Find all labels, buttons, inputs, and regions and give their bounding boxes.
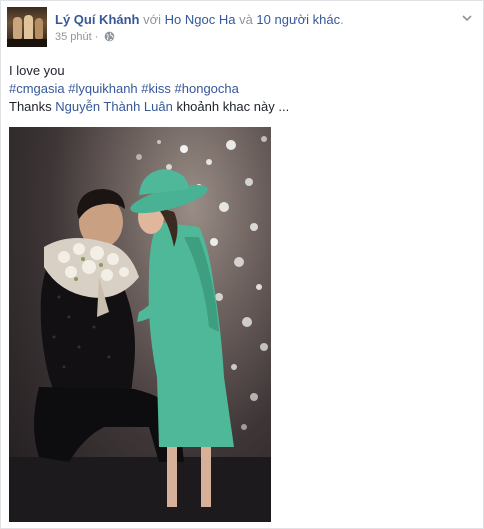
thanks-row: Thanks Nguyễn Thành Luân khoảnh khac này… [9,98,289,116]
post-meta: 35 phút · [55,31,115,46]
thanks-prefix: Thanks [9,99,56,114]
with-word: với [139,12,165,27]
meta-separator: · [91,31,102,43]
post-photo[interactable] [9,127,271,522]
header-period: . [340,12,344,27]
hashtag-link[interactable]: #cmgasia [9,81,65,96]
thanks-name-link[interactable]: Nguyễn Thành Luân [55,99,173,114]
others-link[interactable]: 10 người khác [256,12,340,27]
feed-post: Lý Quí Khánh với Ho Ngoc Ha và 10 người … [0,0,484,529]
author-name-link[interactable]: Lý Quí Khánh [55,12,140,27]
tagged-person-link[interactable]: Ho Ngoc Ha [165,12,236,27]
timestamp-link[interactable]: 35 phút [55,31,92,43]
chevron-down-icon[interactable] [461,11,473,23]
globe-icon[interactable] [104,31,115,46]
thanks-suffix: khoảnh khac này ... [172,99,290,114]
hashtag-row: #cmgasia #lyquikhanh #kiss #hongocha [9,80,289,98]
hashtag-link[interactable]: #kiss [141,81,171,96]
hashtag-link[interactable]: #lyquikhanh [68,81,137,96]
author-avatar[interactable] [7,7,47,47]
post-header: Lý Quí Khánh với Ho Ngoc Ha và 10 người … [55,12,344,27]
post-body: I love you #cmgasia #lyquikhanh #kiss #h… [9,62,289,116]
hashtag-link[interactable]: #hongocha [175,81,239,96]
and-word: và [235,12,257,27]
post-line-1: I love you [9,63,65,78]
